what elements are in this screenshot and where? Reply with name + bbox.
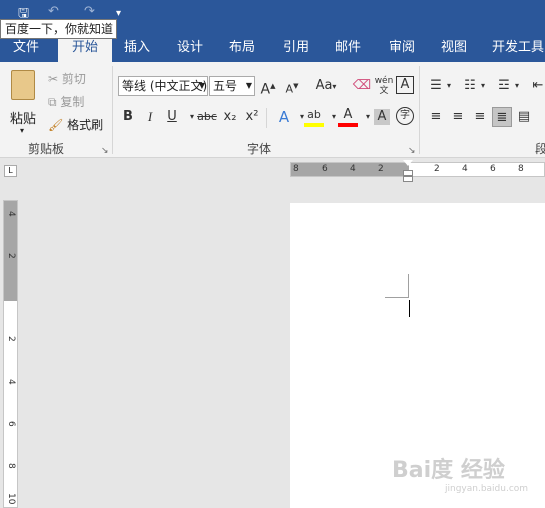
tab-view[interactable]: 视图 bbox=[432, 36, 476, 62]
tab-design[interactable]: 设计 bbox=[168, 36, 212, 62]
clipboard-launcher-icon[interactable]: ↘ bbox=[101, 146, 109, 156]
copy-icon: ⧉ bbox=[48, 95, 57, 109]
format-painter-button[interactable]: 🖌 格式刷 bbox=[48, 116, 103, 133]
ruler-tick: 8 bbox=[518, 164, 524, 174]
watermark: Bai度 经验 bbox=[392, 458, 505, 483]
text-effect-icon[interactable]: A bbox=[274, 107, 294, 127]
ruler-tick: 2 bbox=[6, 336, 16, 342]
strikethrough-icon[interactable]: abc bbox=[196, 107, 218, 127]
ruler-tick: 4 bbox=[6, 379, 16, 385]
ruler-tick: 10 bbox=[6, 493, 16, 505]
ruler-tick: 4 bbox=[462, 164, 468, 174]
font-name-value: 等线 (中文正文) bbox=[122, 79, 208, 93]
decrease-indent-icon[interactable]: ⇤ bbox=[528, 76, 545, 96]
divider bbox=[266, 108, 267, 128]
ruler-tick: 6 bbox=[322, 164, 328, 174]
indent-marker-icon[interactable] bbox=[403, 160, 413, 184]
margin-corner-mark bbox=[408, 274, 409, 298]
text-cursor bbox=[409, 300, 410, 317]
tab-selector-icon[interactable]: L bbox=[4, 165, 17, 177]
char-shading-icon[interactable]: A bbox=[374, 109, 390, 125]
redo-icon[interactable]: ↷ bbox=[84, 4, 95, 19]
tab-references[interactable]: 引用 bbox=[274, 36, 318, 62]
align-center-icon[interactable]: ≡ bbox=[448, 107, 468, 127]
italic-icon[interactable]: I bbox=[140, 107, 160, 127]
customize-qat-icon[interactable]: ▾ bbox=[116, 8, 121, 19]
ruler-tick: 6 bbox=[6, 421, 16, 427]
pinyin-icon[interactable]: wén 文 bbox=[374, 76, 394, 96]
ruler-tick: 8 bbox=[6, 463, 16, 469]
char-border-icon[interactable]: A bbox=[396, 76, 414, 94]
align-right-icon[interactable]: ≡ bbox=[470, 107, 490, 127]
tab-developer[interactable]: 开发工具 bbox=[488, 36, 545, 62]
ruler-tick: 4 bbox=[350, 164, 356, 174]
brush-icon: 🖌 bbox=[48, 118, 64, 132]
ruler-tick: 2 bbox=[378, 164, 384, 174]
font-color-icon[interactable]: A bbox=[338, 107, 358, 127]
horizontal-ruler[interactable]: 8 6 4 2 2 4 6 8 bbox=[290, 162, 545, 177]
bold-icon[interactable]: B bbox=[118, 107, 138, 127]
copy-button[interactable]: ⧉ 复制 bbox=[48, 93, 84, 110]
margin-corner-mark bbox=[385, 297, 408, 298]
watermark-url: jingyan.baidu.com bbox=[445, 484, 529, 494]
align-left-icon[interactable]: ≡ bbox=[426, 107, 446, 127]
tab-insert[interactable]: 插入 bbox=[116, 36, 158, 62]
font-launcher-icon[interactable]: ↘ bbox=[408, 146, 416, 156]
ribbon-tabs: 文件 开始 插入 设计 布局 引用 邮件 审阅 视图 开发工具 bbox=[0, 36, 545, 62]
numbering-icon[interactable]: ☷ bbox=[460, 76, 480, 96]
clear-format-icon[interactable]: ⌫ bbox=[352, 76, 372, 96]
cut-button[interactable]: ✂ 剪切 bbox=[48, 70, 86, 87]
tooltip: 百度一下，你就知道 bbox=[0, 19, 117, 39]
enclose-char-icon[interactable]: 字 bbox=[396, 107, 414, 125]
scissors-icon: ✂ bbox=[48, 72, 59, 86]
divider bbox=[112, 66, 113, 154]
grow-font-icon[interactable]: A▲ bbox=[258, 76, 278, 98]
chevron-down-icon: ▼ bbox=[245, 81, 252, 90]
clipboard-group-label: 剪贴板 bbox=[28, 142, 65, 156]
underline-icon[interactable]: U bbox=[162, 107, 182, 127]
ruler-tick: 8 bbox=[293, 164, 299, 174]
highlight-icon[interactable]: ab bbox=[304, 107, 324, 127]
format-painter-label: 格式刷 bbox=[67, 118, 104, 132]
chevron-down-icon[interactable]: ▾ bbox=[444, 76, 454, 96]
cut-label: 剪切 bbox=[61, 72, 86, 86]
paste-icon bbox=[11, 70, 35, 100]
ruler-tick: 2 bbox=[434, 164, 440, 174]
ruler-tick: 6 bbox=[490, 164, 496, 174]
ruler-tick: 4 bbox=[6, 211, 16, 217]
font-group-label: 字体 bbox=[247, 142, 272, 156]
bullets-icon[interactable]: ☰ bbox=[426, 76, 446, 96]
tab-mailings[interactable]: 邮件 bbox=[326, 36, 370, 62]
chevron-down-icon[interactable]: ▾ bbox=[478, 76, 488, 96]
vertical-ruler[interactable]: 4 2 2 4 6 8 10 bbox=[3, 200, 18, 508]
change-case-icon[interactable]: Aa▾ bbox=[310, 76, 342, 96]
ruler-tick: 2 bbox=[6, 253, 16, 259]
chevron-down-icon: ▼ bbox=[198, 81, 205, 90]
tab-file[interactable]: 文件 bbox=[4, 36, 48, 62]
chevron-down-icon[interactable]: ▾ bbox=[512, 76, 522, 96]
tab-layout[interactable]: 布局 bbox=[220, 36, 264, 62]
font-size-value: 五号 bbox=[213, 79, 238, 93]
undo-icon[interactable]: ↶ bbox=[48, 4, 59, 19]
tab-review[interactable]: 审阅 bbox=[380, 36, 424, 62]
justify-icon[interactable]: ≣ bbox=[492, 107, 512, 127]
font-size-dropdown[interactable]: 五号 ▼ bbox=[209, 76, 255, 96]
distributed-icon[interactable]: ▤ bbox=[514, 107, 534, 127]
subscript-icon[interactable]: x₂ bbox=[220, 107, 240, 127]
paste-button[interactable]: 粘贴 ▾ bbox=[6, 68, 40, 135]
chevron-down-icon: ▾ bbox=[20, 126, 25, 135]
paste-label: 粘贴 bbox=[10, 112, 37, 127]
paragraph-group-label: 段 bbox=[535, 142, 545, 156]
shrink-font-icon[interactable]: A▼ bbox=[282, 76, 302, 96]
tab-home[interactable]: 开始 bbox=[58, 36, 112, 62]
divider bbox=[419, 66, 420, 154]
font-name-dropdown[interactable]: 等线 (中文正文) ▼ bbox=[118, 76, 208, 96]
multilevel-list-icon[interactable]: ☲ bbox=[494, 76, 514, 96]
ribbon: 粘贴 ▾ ✂ 剪切 ⧉ 复制 🖌 格式刷 剪贴板 ↘ 等线 (中文正文) ▼ 五号… bbox=[0, 62, 545, 158]
superscript-icon[interactable]: x² bbox=[242, 107, 262, 127]
copy-label: 复制 bbox=[60, 95, 85, 109]
